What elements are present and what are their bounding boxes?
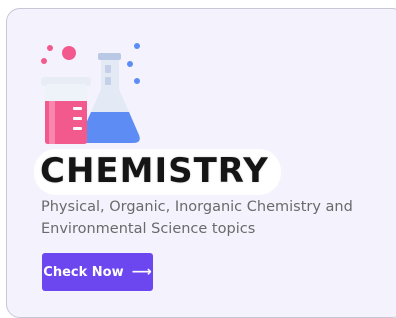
card-title: CHEMISTRY	[40, 151, 269, 191]
chemistry-lab-icon	[41, 43, 140, 144]
title-highlight: CHEMISTRY	[34, 149, 281, 195]
chemistry-card: CHEMISTRY Physical, Organic, Inorganic C…	[6, 8, 396, 318]
check-now-button[interactable]: Check Now ⟶	[42, 253, 153, 291]
arrow-right-icon: ⟶	[131, 264, 152, 280]
card-description: Physical, Organic, Inorganic Chemistry a…	[41, 199, 353, 237]
check-now-label: Check Now	[43, 264, 124, 280]
